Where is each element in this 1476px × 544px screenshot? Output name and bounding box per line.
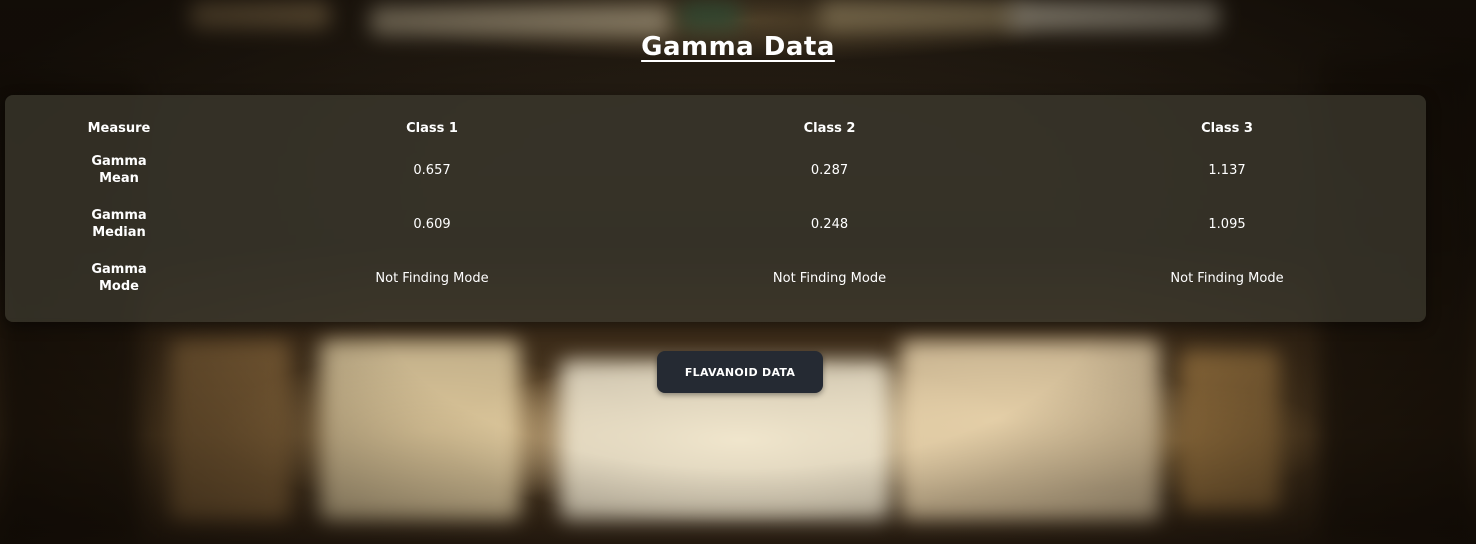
header-class-2: Class 2	[803, 120, 856, 136]
header-class-3: Class 3	[1201, 120, 1253, 136]
cell-gamma-median-class-2: 0.248	[810, 216, 849, 232]
header-class-1: Class 1	[406, 120, 458, 136]
table-header: Measure Class 1 Class 2 Class 3	[5, 113, 1426, 143]
cell-gamma-mean-class-2: 0.287	[810, 162, 849, 178]
cell-gamma-mode-class-2: Not Finding Mode	[772, 270, 887, 286]
page-title: Gamma Data	[641, 32, 835, 62]
gamma-data-table: Measure Class 1 Class 2 Class 3 Gamma Me…	[5, 113, 1426, 305]
row-label-gamma-median: Gamma Median	[91, 208, 147, 240]
cell-gamma-median-class-1: 0.609	[413, 216, 451, 232]
table-body: Gamma Mean 0.657 0.287 1.137 Gamma Media…	[5, 143, 1426, 305]
header-measure: Measure	[87, 120, 151, 136]
table-row: Gamma Mean 0.657 0.287 1.137	[5, 143, 1426, 197]
table-header-row: Measure Class 1 Class 2 Class 3	[5, 113, 1426, 143]
row-label-gamma-mode: Gamma Mode	[91, 262, 147, 294]
gamma-data-panel: Measure Class 1 Class 2 Class 3 Gamma Me…	[5, 95, 1426, 322]
cell-gamma-mode-class-3: Not Finding Mode	[1170, 270, 1284, 286]
table-row: Gamma Mode Not Finding Mode Not Finding …	[5, 251, 1426, 305]
cell-gamma-mean-class-1: 0.657	[413, 162, 451, 178]
flavanoid-data-button[interactable]: FLAVANOID DATA	[657, 351, 823, 393]
table-row: Gamma Median 0.609 0.248 1.095	[5, 197, 1426, 251]
cell-gamma-mode-class-1: Not Finding Mode	[375, 270, 489, 286]
cell-gamma-median-class-3: 1.095	[1208, 216, 1246, 232]
cell-gamma-mean-class-3: 1.137	[1208, 162, 1246, 178]
row-label-gamma-mean: Gamma Mean	[91, 154, 147, 186]
